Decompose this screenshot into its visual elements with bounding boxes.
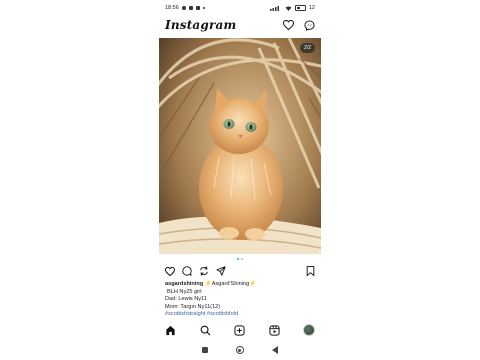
carousel-dot-1 (237, 258, 239, 260)
bottom-navigation (165, 322, 315, 338)
status-bar: 18:56 12 (165, 3, 315, 13)
carousel-dot-2 (241, 258, 243, 260)
status-time: 18:56 (165, 5, 179, 11)
image-counter-badge: 2/2 (300, 43, 315, 53)
share-icon[interactable] (216, 266, 226, 276)
recents-button[interactable] (201, 347, 208, 353)
back-button[interactable] (271, 346, 279, 354)
caption-title: ⚡Asgard'Shining⚡ (204, 281, 257, 287)
app-notification-icon (188, 6, 193, 10)
create-icon[interactable] (234, 324, 245, 336)
post-image[interactable]: 2/2 (159, 38, 321, 254)
reels-icon[interactable] (268, 324, 280, 336)
more-notifications-icon (202, 7, 205, 9)
wifi-icon (285, 6, 292, 11)
save-icon[interactable] (306, 266, 315, 276)
post-action-bar (165, 264, 315, 278)
caption-line-1: asgardshining ⚡Asgard'Shining⚡ (165, 281, 317, 289)
caption-line-2: BLH Ny25 girl (167, 288, 202, 295)
instagram-app: 18:56 12 Instagram 2/2 asgardshining ⚡As… (159, 0, 321, 360)
home-button[interactable] (235, 346, 244, 354)
messenger-icon[interactable] (304, 19, 315, 31)
caption-line-3: Dad: Lewis Ny11 (165, 296, 207, 303)
like-icon[interactable] (165, 266, 175, 276)
profile-avatar[interactable] (303, 324, 315, 336)
repost-icon[interactable] (199, 266, 209, 276)
system-navigation-bar (159, 344, 321, 356)
post-caption: asgardshining ⚡Asgard'Shining⚡ BLH Ny25 … (165, 281, 317, 319)
app-header: Instagram (165, 15, 315, 35)
instagram-logo[interactable]: Instagram (165, 18, 236, 32)
app-notification-icon-2 (195, 6, 200, 10)
notification-icon (181, 6, 186, 10)
battery-icon (294, 5, 306, 11)
caption-line-4: Mom: Targın Ny11(12) (165, 303, 221, 310)
kitten-photo (159, 38, 321, 254)
search-icon[interactable] (200, 325, 211, 336)
battery-level: 12 (308, 5, 315, 11)
home-icon[interactable] (165, 325, 176, 336)
signal-icon (269, 5, 279, 11)
heart-icon[interactable] (283, 20, 294, 30)
caption-username[interactable]: asgardshining (165, 281, 203, 287)
carousel-indicator (159, 258, 321, 260)
comment-icon[interactable] (182, 266, 192, 276)
caption-hashtags[interactable]: #scottishstraight #scottishfold (165, 311, 317, 319)
